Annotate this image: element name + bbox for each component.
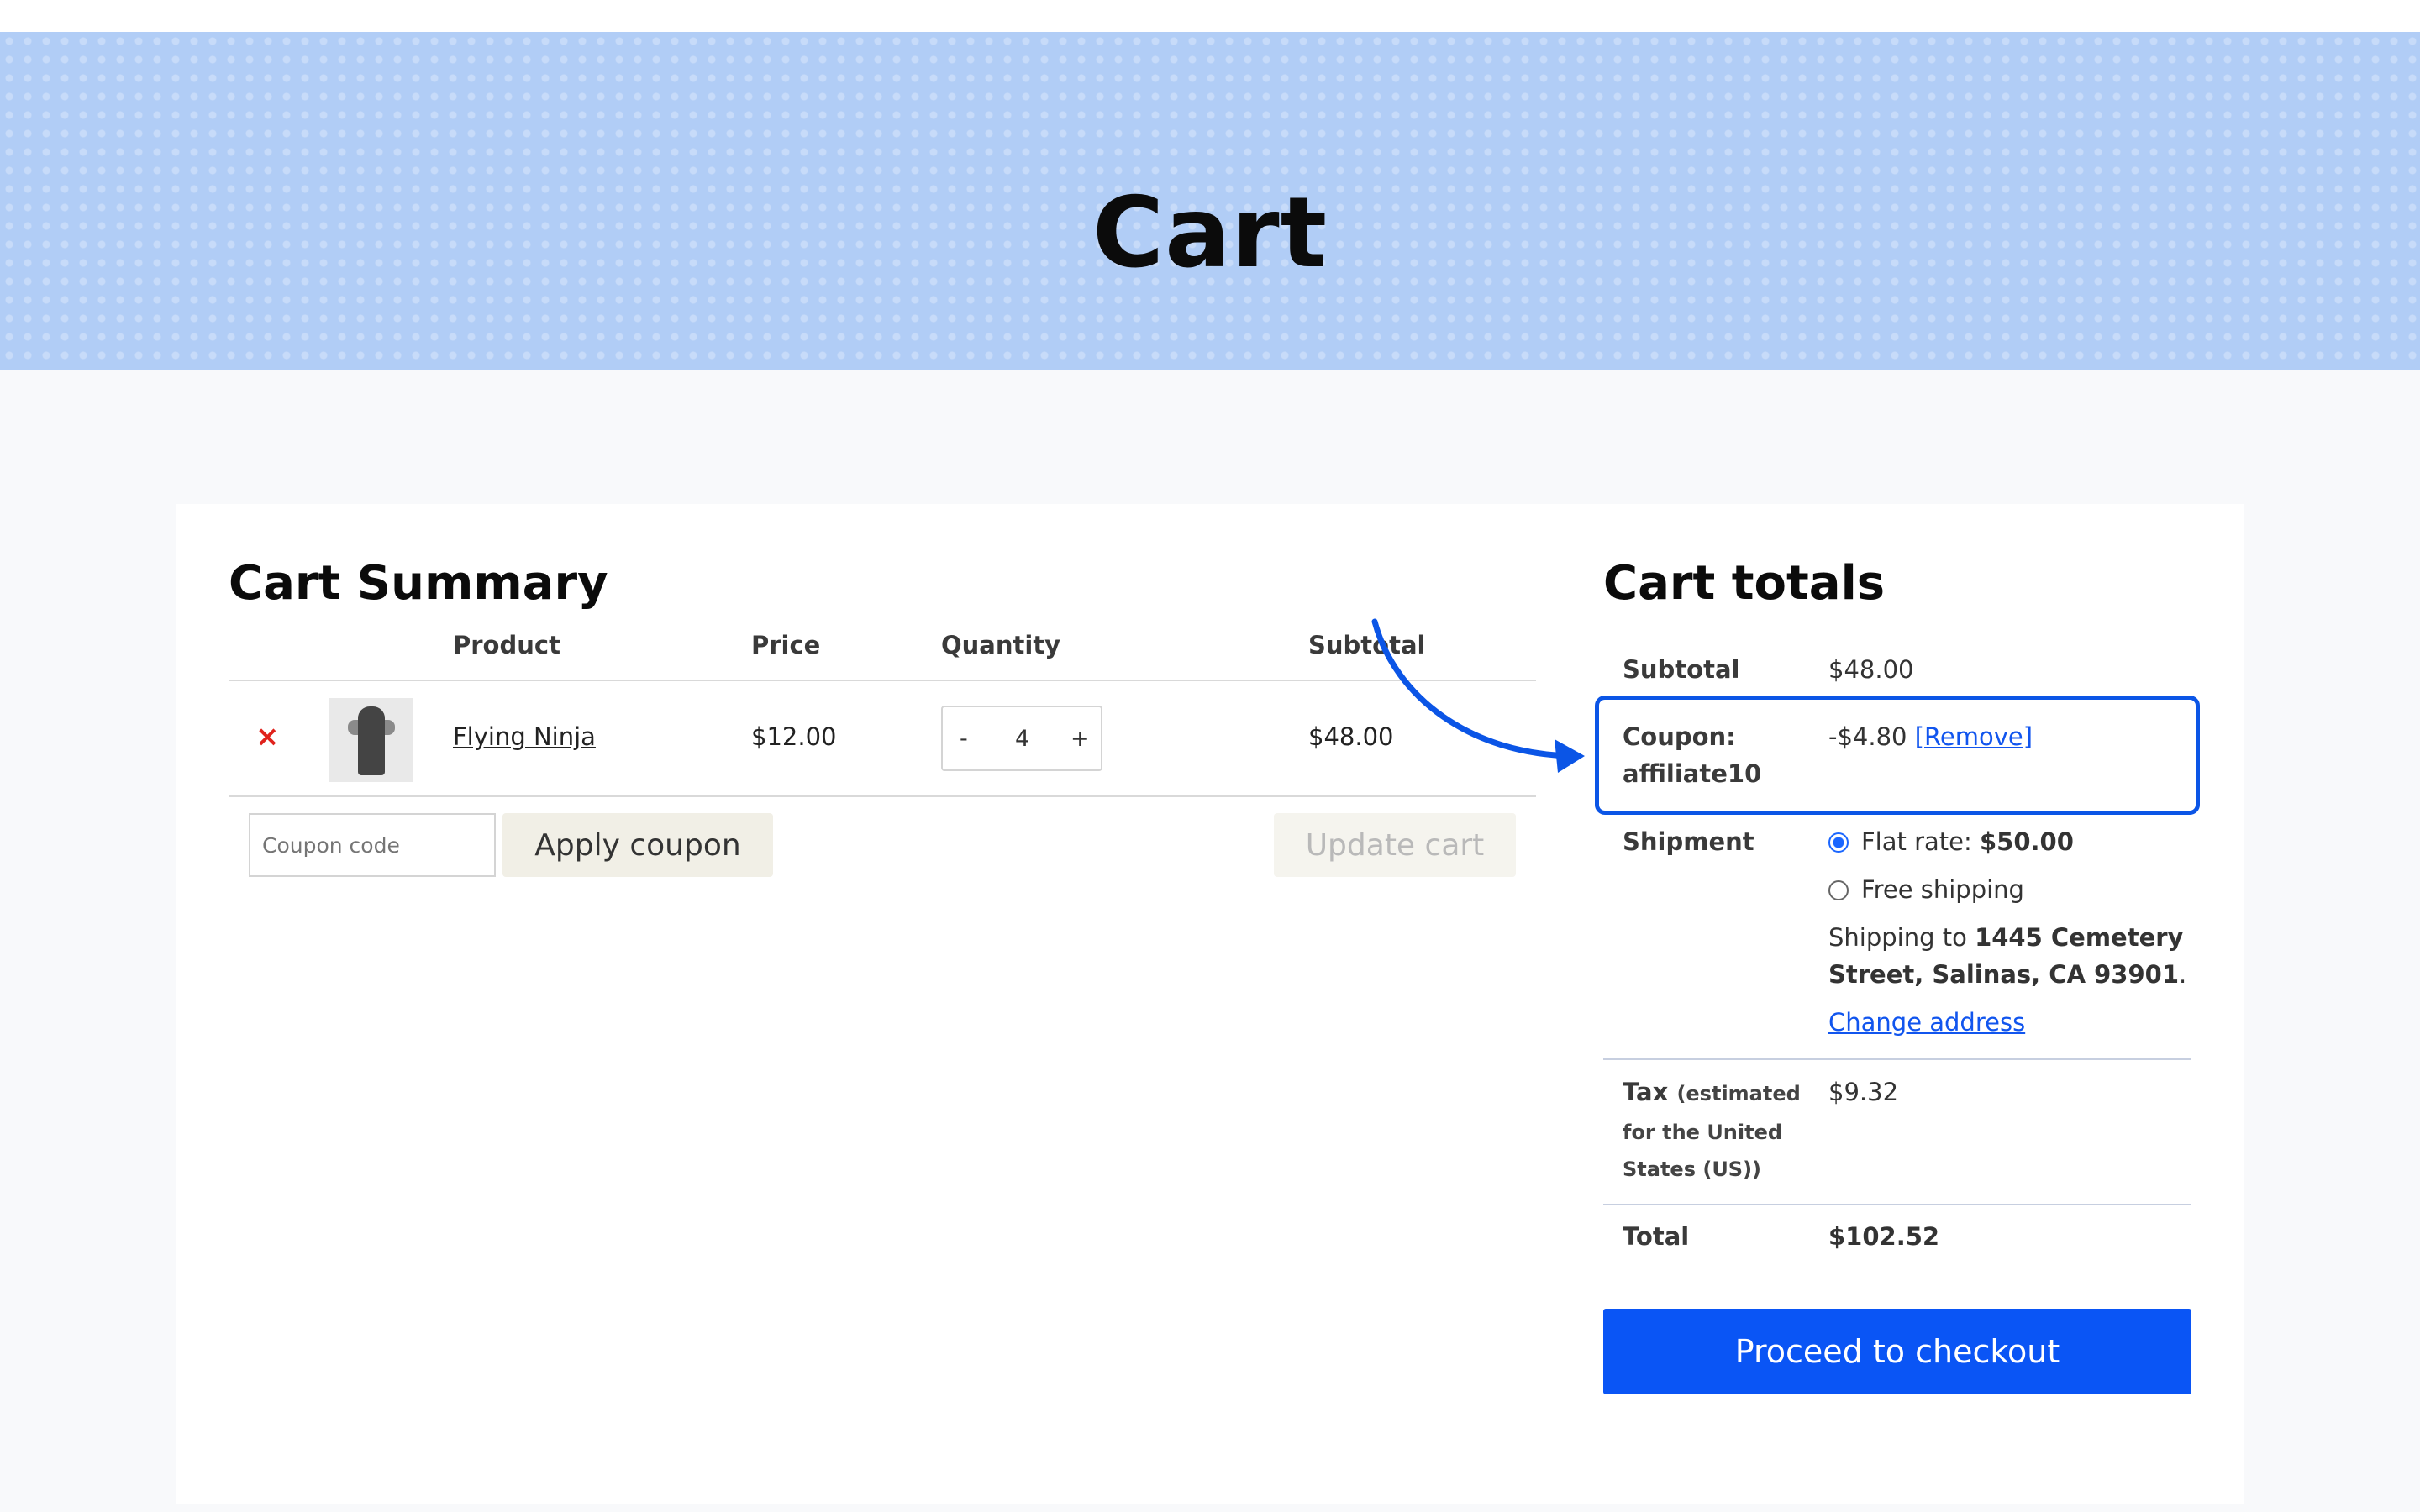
coupon-label: Coupon: affiliate10: [1623, 718, 1761, 792]
flat-rate-label: Flat rate:: [1861, 827, 1972, 856]
free-shipping-label[interactable]: Free shipping: [1861, 871, 2024, 908]
tax-label: Tax (estimated: [1623, 1074, 1801, 1112]
column-header-quantity: Quantity: [941, 631, 1061, 659]
tax-value: $9.32: [1828, 1078, 1899, 1106]
remove-item-icon[interactable]: ×: [255, 720, 280, 753]
product-name-text: Flying Ninja: [453, 722, 596, 751]
product-image-figure: [358, 706, 385, 775]
proceed-to-checkout-button[interactable]: Proceed to checkout: [1603, 1309, 2191, 1394]
change-address-link[interactable]: Change address: [1828, 1004, 2025, 1041]
remove-coupon-link[interactable]: [Remove]: [1915, 722, 2033, 751]
shipping-address-line2: Street, Salinas, CA 93901: [1828, 960, 2180, 989]
flat-rate-radio[interactable]: [1828, 832, 1849, 853]
tax-note-line2: for the United: [1623, 1121, 1783, 1144]
quantity-decrease-button[interactable]: -: [960, 722, 968, 756]
coupon-discount: -$4.80 [Remove]: [1828, 718, 2033, 755]
column-header-price: Price: [751, 631, 821, 659]
annotation-arrow-icon: [1371, 618, 1585, 773]
shipment-label: Shipment: [1623, 827, 1754, 856]
quantity-stepper[interactable]: - 4 +: [941, 706, 1102, 771]
top-strip: [0, 0, 2420, 32]
table-header-divider: [229, 680, 1536, 681]
update-cart-button[interactable]: Update cart: [1274, 813, 1516, 877]
column-header-product: Product: [453, 631, 560, 659]
total-label: Total: [1623, 1222, 1690, 1251]
totals-divider-2: [1603, 1204, 2191, 1205]
tax-label-text: Tax: [1623, 1078, 1669, 1106]
quantity-value[interactable]: 4: [1015, 722, 1029, 756]
tax-note-line1: (estimated: [1676, 1082, 1801, 1105]
shipping-address-line1: 1445 Cemetery: [1975, 923, 2184, 952]
shipping-address-period: .: [2179, 960, 2187, 989]
subtotal-label: Subtotal: [1623, 655, 1740, 684]
subtotal-value: $48.00: [1828, 655, 1914, 684]
coupon-code-input[interactable]: [249, 813, 496, 877]
shipping-destination: Shipping to 1445 Cemetery: [1828, 919, 2183, 956]
cart-summary-heading: Cart Summary: [229, 556, 608, 611]
change-address-text: Change address: [1828, 1008, 2026, 1037]
page-title: Cart: [1092, 176, 1328, 290]
coupon-discount-value: -$4.80: [1828, 722, 1907, 751]
apply-coupon-button[interactable]: Apply coupon: [502, 813, 773, 877]
total-value: $102.52: [1828, 1222, 1940, 1251]
quantity-increase-button[interactable]: +: [1071, 722, 1090, 756]
free-shipping-radio[interactable]: [1828, 880, 1849, 900]
tax-note-line3: States (US)): [1623, 1158, 1762, 1181]
coupon-label-prefix: Coupon:: [1623, 722, 1736, 751]
coupon-code-name: affiliate10: [1623, 759, 1762, 788]
flat-rate-option[interactable]: Flat rate: $50.00: [1861, 823, 2074, 860]
product-name-link[interactable]: Flying Ninja: [453, 720, 596, 753]
page-banner: Cart: [0, 32, 2420, 370]
flat-rate-price: $50.00: [1980, 827, 2074, 856]
product-thumbnail[interactable]: [329, 698, 413, 782]
totals-divider-1: [1603, 1058, 2191, 1060]
cart-totals-heading: Cart totals: [1603, 556, 1886, 611]
shipping-destination-line2: Street, Salinas, CA 93901.: [1828, 956, 2186, 993]
shipping-to-prefix: Shipping to: [1828, 923, 1967, 952]
table-row-divider: [229, 795, 1536, 797]
product-price: $12.00: [751, 722, 837, 751]
